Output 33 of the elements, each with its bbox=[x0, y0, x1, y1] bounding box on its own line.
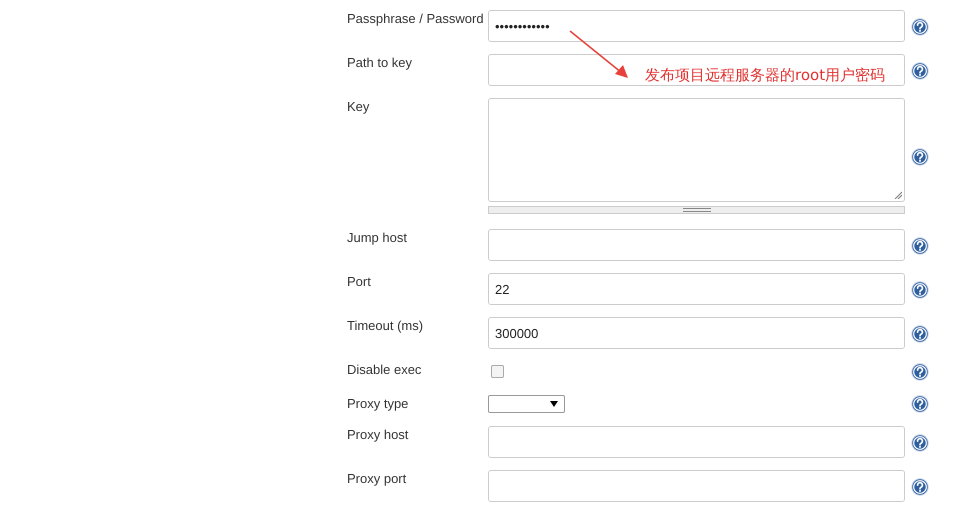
help-icon[interactable] bbox=[911, 363, 929, 381]
field-label: Jump host bbox=[347, 229, 408, 246]
field-label: Timeout (ms) bbox=[347, 317, 424, 334]
help-icon[interactable] bbox=[911, 18, 929, 36]
help-icon[interactable] bbox=[911, 395, 929, 413]
resize-handle[interactable] bbox=[488, 206, 905, 214]
input-field[interactable] bbox=[488, 426, 905, 458]
input-field[interactable]: 22 bbox=[488, 273, 905, 305]
field-label: Path to key bbox=[347, 54, 414, 71]
help-icon[interactable] bbox=[911, 478, 929, 496]
help-icon[interactable] bbox=[911, 325, 929, 343]
annotation-text: 发布项目远程服务器的root用户密码 bbox=[645, 66, 886, 85]
field-label: Disable exec bbox=[347, 361, 422, 378]
checkbox[interactable] bbox=[491, 365, 504, 378]
help-icon[interactable] bbox=[911, 281, 929, 299]
input-field[interactable] bbox=[488, 54, 905, 86]
input-field[interactable] bbox=[488, 470, 905, 502]
input-field[interactable] bbox=[488, 229, 905, 261]
field-label: Passphrase / Password bbox=[347, 10, 485, 27]
help-icon[interactable] bbox=[911, 62, 929, 80]
select-dropdown[interactable] bbox=[488, 395, 565, 413]
password-field[interactable]: •••••••••••• bbox=[488, 10, 905, 42]
field-label: Proxy port bbox=[347, 470, 408, 487]
field-label: Proxy type bbox=[347, 395, 410, 412]
help-icon[interactable] bbox=[911, 434, 929, 452]
field-label: Key bbox=[347, 98, 370, 115]
help-icon[interactable] bbox=[911, 237, 929, 255]
field-label: Proxy host bbox=[347, 426, 410, 443]
field-label: Port bbox=[347, 273, 372, 290]
dropdown-caret-icon bbox=[550, 401, 558, 407]
resize-grip-icon[interactable] bbox=[894, 191, 902, 199]
help-icon[interactable] bbox=[911, 148, 929, 166]
input-field[interactable]: 300000 bbox=[488, 317, 905, 349]
